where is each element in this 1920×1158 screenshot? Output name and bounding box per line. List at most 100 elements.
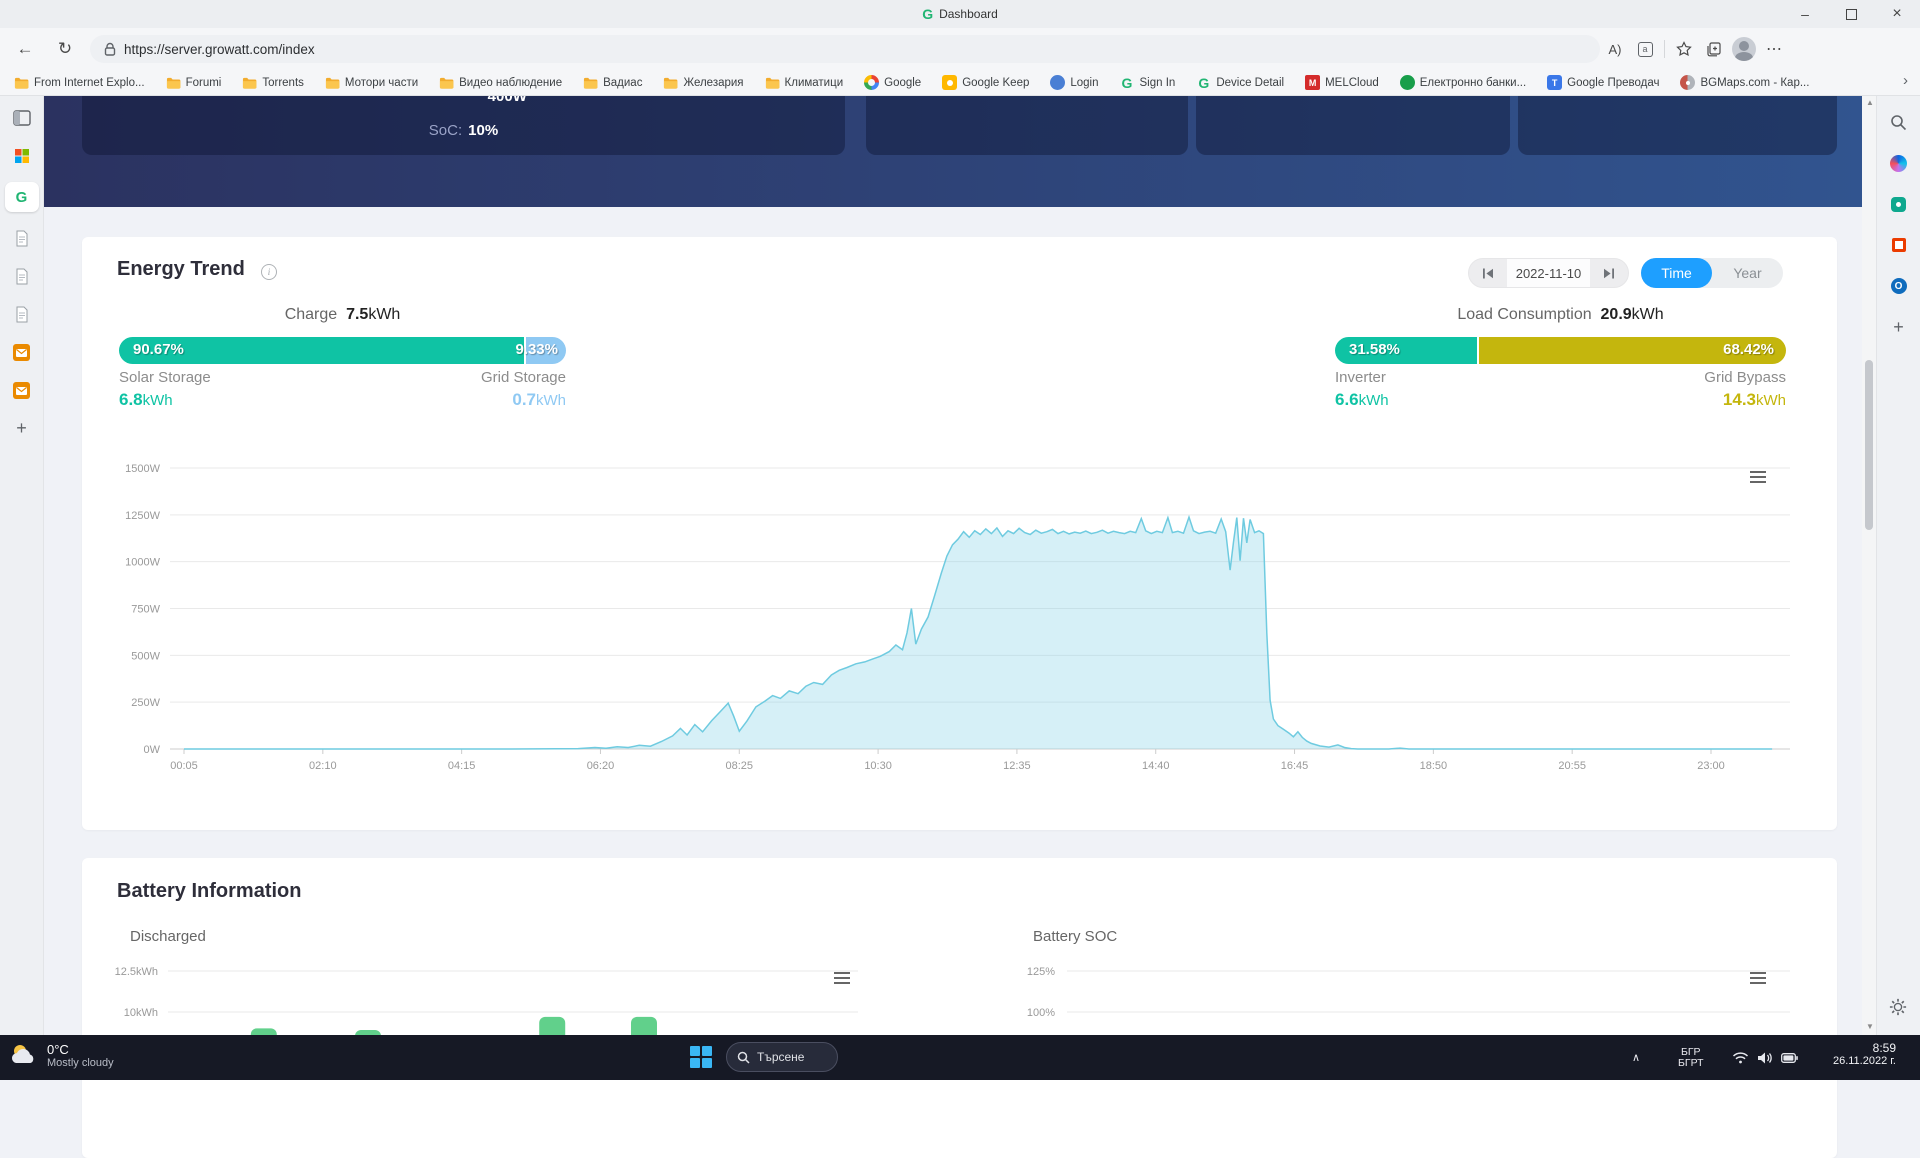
charge-grid-segment: 9.33% (524, 337, 566, 364)
charge-solar-segment: 90.67% (119, 337, 524, 364)
sidebar-add-icon[interactable]: + (1887, 315, 1911, 339)
folder-icon (14, 75, 29, 90)
time-year-toggle: Time Year (1641, 258, 1783, 288)
soc-status: SoC:10% (82, 122, 845, 139)
toolbar-divider (1664, 40, 1665, 58)
copilot-icon[interactable] (1887, 151, 1911, 175)
folder-icon (242, 75, 257, 90)
favorites-star-icon[interactable] (1669, 34, 1699, 64)
charge-bar: 90.67% 9.33% (119, 337, 566, 364)
tab-mail-icon[interactable] (10, 340, 34, 364)
tab-doc-icon[interactable] (10, 226, 34, 250)
bookmark-item[interactable]: From Internet Explo... (14, 75, 145, 90)
date-prev-button[interactable] (1469, 259, 1507, 287)
tab-doc-icon[interactable] (10, 302, 34, 326)
taskbar-clock[interactable]: 8:59 26.11.2022 г. (1833, 1041, 1896, 1067)
volume-icon[interactable] (1757, 1035, 1773, 1080)
tray-chevron[interactable]: ∧ (1632, 1035, 1640, 1080)
bookmark-label: Мотори части (345, 77, 418, 89)
settings-menu-icon[interactable]: ⋯ (1759, 34, 1789, 64)
minimize-button[interactable]: – (1782, 0, 1828, 28)
wifi-icon[interactable] (1732, 1035, 1749, 1080)
tab-doc-icon[interactable] (10, 264, 34, 288)
solar-chart-menu-icon[interactable] (1750, 471, 1766, 483)
browser-toolbar: ← ↻ https://server.growatt.com/index A) … (0, 28, 1920, 70)
search-icon[interactable] (1887, 110, 1911, 134)
tab-new-button[interactable]: + (10, 416, 34, 440)
date-value[interactable]: 2022-11-10 (1507, 259, 1590, 287)
reload-button[interactable]: ↻ (50, 34, 80, 64)
bookmark-item[interactable]: Мотори части (325, 75, 418, 90)
folder-icon (166, 75, 181, 90)
bookmark-item[interactable]: GSign In (1120, 75, 1176, 90)
folder-icon (439, 75, 454, 90)
battery-icon[interactable] (1781, 1035, 1798, 1080)
maximize-button[interactable] (1828, 0, 1874, 28)
battery-soc-chart-title: Battery SOC (1033, 928, 1117, 945)
bookmark-label: Google Преводач (1567, 77, 1659, 89)
bookmark-item[interactable]: Железария (663, 75, 743, 90)
bookmark-item[interactable]: Климатици (765, 75, 844, 90)
profile-avatar[interactable] (1729, 34, 1759, 64)
scrollbar-thumb[interactable] (1865, 360, 1873, 530)
bookmark-item[interactable]: BGMaps.com - Кар... (1680, 75, 1809, 90)
vertical-tab-strip: G+ (0, 96, 44, 1035)
close-button[interactable]: × (1874, 0, 1920, 28)
year-tab[interactable]: Year (1712, 258, 1783, 288)
bookmarks-overflow-chevron[interactable]: › (1903, 72, 1908, 89)
time-tab[interactable]: Time (1641, 258, 1712, 288)
bookmarks-bar: From Internet Explo... Forumi Torrents Мото… (0, 70, 1920, 96)
start-button[interactable] (690, 1046, 714, 1070)
scrollbar-down-arrow[interactable]: ▼ (1866, 1022, 1874, 1031)
bookmark-item[interactable]: Google (864, 75, 921, 90)
bookmark-label: BGMaps.com - Кар... (1700, 77, 1809, 89)
weather-widget[interactable]: 0°C Mostly cloudy (8, 1041, 114, 1069)
page-scrollbar[interactable] (1862, 96, 1876, 1035)
bookmark-item[interactable]: Вадиас (583, 75, 642, 90)
growatt-favicon: G (922, 7, 933, 21)
translate-icon[interactable]: a (1630, 34, 1660, 64)
collections-icon[interactable] (1699, 34, 1729, 64)
settings-gear-icon[interactable] (1889, 998, 1907, 1021)
info-icon[interactable]: i (261, 264, 277, 280)
soc-chart-menu-icon[interactable] (1750, 972, 1766, 984)
bookmark-item[interactable]: Torrents (242, 75, 304, 90)
date-next-button[interactable] (1590, 259, 1628, 287)
address-bar[interactable]: https://server.growatt.com/index (90, 35, 1600, 63)
bookmark-item[interactable]: Forumi (166, 75, 222, 90)
language-indicator[interactable]: БГРБГРТ (1678, 1035, 1704, 1080)
bookmark-label: MELCloud (1325, 77, 1379, 89)
tab-mail-icon[interactable] (10, 378, 34, 402)
clock-date: 26.11.2022 г. (1833, 1055, 1896, 1067)
hero-panel-2 (866, 96, 1188, 155)
bookmark-item[interactable]: MMELCloud (1305, 75, 1379, 90)
read-aloud-icon[interactable]: A) (1600, 34, 1630, 64)
weather-condition: Mostly cloudy (47, 1057, 114, 1069)
outlook-icon[interactable]: O (1887, 274, 1911, 298)
bookmark-label: Климатици (785, 77, 844, 89)
bookmark-item[interactable]: Login (1050, 75, 1098, 90)
m365-icon[interactable] (1887, 233, 1911, 257)
bookmark-item[interactable]: GDevice Detail (1196, 75, 1284, 90)
shopping-icon[interactable] (1887, 192, 1911, 216)
bookmark-item[interactable]: Видео наблюдение (439, 75, 562, 90)
tab-pane-icon[interactable] (10, 106, 34, 130)
charge-label: Charge 7.5kWh (119, 306, 566, 324)
window-title: Dashboard (939, 7, 998, 21)
discharged-chart-menu-icon[interactable] (834, 972, 850, 984)
energy-trend-title: Energy Trend (117, 258, 245, 281)
folder-icon (325, 75, 340, 90)
search-placeholder: Търсене (757, 1050, 804, 1064)
bookmark-item[interactable]: Електронно банки... (1400, 75, 1526, 90)
keep-favicon (942, 75, 957, 90)
scrollbar-up-arrow[interactable]: ▲ (1866, 98, 1874, 107)
tab-colorful-icon[interactable] (10, 144, 34, 168)
back-button[interactable]: ← (10, 34, 40, 64)
bookmark-item[interactable]: TGoogle Преводач (1547, 75, 1659, 90)
bookmark-label: Login (1070, 77, 1098, 89)
taskbar-search[interactable]: Търсене (726, 1042, 838, 1072)
bookmark-label: Device Detail (1216, 77, 1284, 89)
bookmark-item[interactable]: Google Keep (942, 75, 1029, 90)
tab-growatt-active[interactable]: G (5, 182, 39, 212)
load-bypass-segment: 68.42% (1477, 337, 1786, 364)
